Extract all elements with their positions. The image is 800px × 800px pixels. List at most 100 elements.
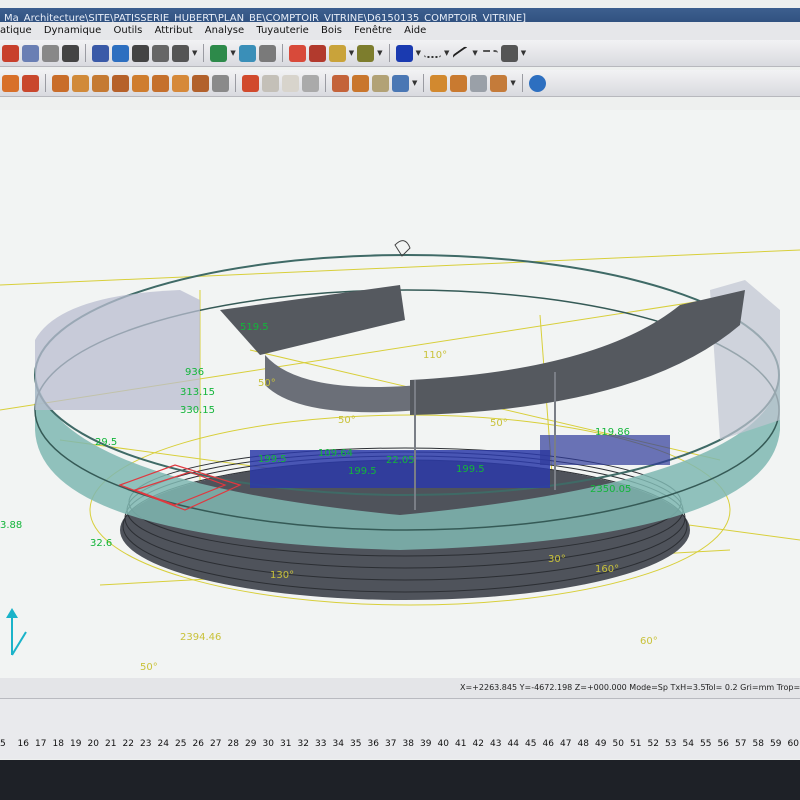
solid-icon[interactable]	[152, 74, 169, 92]
ruler-number[interactable]: 44	[508, 739, 519, 749]
render-icon[interactable]	[288, 44, 306, 62]
cross-icon[interactable]	[112, 44, 129, 62]
ruler-number[interactable]: 54	[683, 739, 694, 749]
ruler-number[interactable]: 56	[718, 739, 729, 749]
ruler-number[interactable]: 31	[280, 739, 291, 749]
ruler-number[interactable]: 49	[595, 739, 606, 749]
hatch-icon[interactable]	[500, 44, 518, 62]
ruler-number[interactable]: 52	[648, 739, 659, 749]
solid-icon[interactable]	[470, 74, 488, 92]
ruler-number[interactable]: 41	[455, 739, 466, 749]
red-cube-icon[interactable]	[308, 44, 326, 62]
ruler-number[interactable]: 23	[140, 739, 151, 749]
ruler-number[interactable]: 43	[490, 739, 501, 749]
ruler-number[interactable]: 25	[175, 739, 186, 749]
solid-icon[interactable]	[262, 74, 279, 92]
ruler-number[interactable]: 5	[0, 739, 6, 749]
ruler-number[interactable]: 58	[753, 739, 764, 749]
solid-icon[interactable]	[192, 74, 209, 92]
ruler-number[interactable]: 60	[788, 739, 799, 749]
ruler-number[interactable]: 48	[578, 739, 589, 749]
solid-icon[interactable]	[22, 74, 39, 92]
ruler-number[interactable]: 59	[770, 739, 781, 749]
ruler-number[interactable]: 37	[385, 739, 396, 749]
menu-item-fenetre[interactable]: Fenêtre	[354, 25, 392, 36]
ruler-number[interactable]: 35	[350, 739, 361, 749]
ruler-number[interactable]: 18	[53, 739, 64, 749]
solid-icon[interactable]	[282, 74, 299, 92]
ruler-number[interactable]: 22	[123, 739, 134, 749]
menu-item-bois[interactable]: Bois	[321, 25, 342, 36]
attributes-icon[interactable]	[2, 44, 19, 62]
ruler-number[interactable]: 33	[315, 739, 326, 749]
solid-icon[interactable]	[172, 74, 189, 92]
chevron-down-icon[interactable]: ▼	[412, 79, 417, 87]
chevron-down-icon[interactable]: ▼	[230, 49, 235, 57]
ruler-number[interactable]: 39	[420, 739, 431, 749]
chevron-down-icon[interactable]: ▼	[349, 49, 354, 57]
fit-icon[interactable]	[258, 44, 276, 62]
hand-icon[interactable]	[42, 44, 59, 62]
ruler-number[interactable]: 38	[403, 739, 414, 749]
solid-icon[interactable]	[352, 74, 369, 92]
chevron-down-icon[interactable]: ▼	[472, 49, 477, 57]
ruler-number[interactable]: 16	[18, 739, 29, 749]
ruler-number[interactable]: 47	[560, 739, 571, 749]
zoom-icon[interactable]	[210, 44, 228, 62]
ruler-number[interactable]: 30	[263, 739, 274, 749]
ruler-number[interactable]: 36	[368, 739, 379, 749]
chevron-down-icon[interactable]: ▼	[416, 49, 421, 57]
line-style-icon[interactable]	[423, 48, 441, 58]
car-icon[interactable]	[328, 44, 346, 62]
solid-icon[interactable]	[92, 74, 109, 92]
pointer-icon[interactable]	[92, 44, 109, 62]
chevron-down-icon[interactable]: ▼	[444, 49, 449, 57]
ruler-number[interactable]: 45	[525, 739, 536, 749]
layer-ruler[interactable]: 5 16 17 18 19 20 21 22 23 24 25 26 27 28 29 30 31 32 33 34 3…	[0, 698, 800, 759]
menu-item-tuyauterie[interactable]: Tuyauterie	[256, 25, 308, 36]
layer-icon[interactable]	[357, 44, 375, 62]
menu-item-aide[interactable]: Aide	[404, 25, 426, 36]
ruler-number[interactable]: 20	[88, 739, 99, 749]
ruler-number[interactable]: 46	[543, 739, 554, 749]
menu-item-dynamique[interactable]: Dynamique	[44, 25, 101, 36]
ruler-number[interactable]: 50	[613, 739, 624, 749]
chevron-down-icon[interactable]: ▼	[521, 49, 526, 57]
dash-icon[interactable]	[480, 50, 498, 56]
solid-icon[interactable]	[112, 74, 129, 92]
solid-icon[interactable]	[450, 74, 468, 92]
solid-icon[interactable]	[72, 74, 89, 92]
menu-item-attribut[interactable]: Attribut	[155, 25, 193, 36]
snap-icon[interactable]	[172, 44, 189, 62]
ruler-number[interactable]: 40	[438, 739, 449, 749]
ruler-number[interactable]: 51	[630, 739, 641, 749]
menu-item-attique[interactable]: atique	[0, 25, 32, 36]
chevron-down-icon[interactable]: ▼	[192, 49, 197, 57]
solid-icon[interactable]	[302, 74, 319, 92]
solid-icon[interactable]	[242, 74, 259, 92]
curve-icon[interactable]	[152, 44, 169, 62]
helmet-icon[interactable]	[62, 44, 79, 62]
ruler-number[interactable]: 32	[298, 739, 309, 749]
solid-icon[interactable]	[2, 74, 19, 92]
solid-icon[interactable]	[372, 74, 389, 92]
menu-item-outils[interactable]: Outils	[114, 25, 143, 36]
solid-icon[interactable]	[132, 74, 149, 92]
ruler-number[interactable]: 42	[473, 739, 484, 749]
solid-icon[interactable]	[490, 74, 508, 92]
solid-icon[interactable]	[52, 74, 69, 92]
solid-icon[interactable]	[430, 74, 448, 92]
solid-icon[interactable]	[392, 74, 409, 92]
ruler-number[interactable]: 21	[105, 739, 116, 749]
ruler-number[interactable]: 17	[35, 739, 46, 749]
measure-icon[interactable]	[22, 44, 39, 62]
chevron-down-icon[interactable]: ▼	[377, 49, 382, 57]
help-icon[interactable]	[528, 74, 546, 92]
frame-icon[interactable]	[238, 44, 256, 62]
menu-item-analyse[interactable]: Analyse	[205, 25, 244, 36]
ruler-number[interactable]: 24	[158, 739, 169, 749]
ruler-number[interactable]: 57	[735, 739, 746, 749]
drawing-canvas[interactable]: 936 519.5 313.15 330.15 29.5 199.5 109.6…	[0, 110, 800, 690]
ruler-number[interactable]: 55	[700, 739, 711, 749]
ruler-number[interactable]: 29	[245, 739, 256, 749]
